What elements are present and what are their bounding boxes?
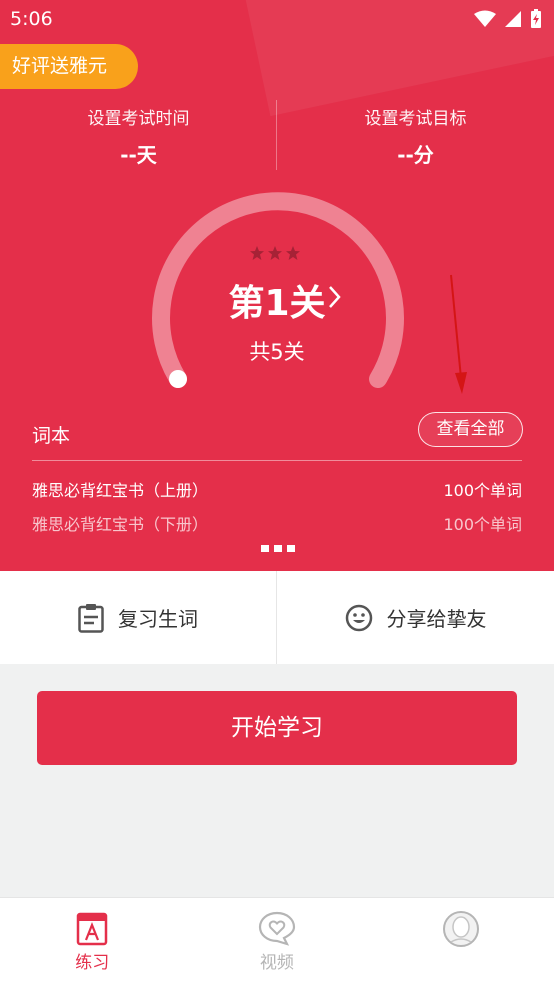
page-dot [287,545,295,552]
battery-charging-icon [531,9,541,28]
wordbook-count: 100个单词 [443,515,522,534]
signal-icon [505,11,521,27]
clipboard-icon [78,603,104,633]
chevron-right-icon[interactable] [327,284,343,310]
heart-bubble-icon [258,911,295,946]
view-all-button[interactable]: 查看全部 [418,412,523,447]
page-dot [274,545,282,552]
star-icon [250,246,264,260]
status-icons [474,8,542,30]
share-button[interactable]: 分享给挚友 [277,571,554,664]
smiley-icon [345,604,372,631]
wordbook-count: 100个单词 [443,481,522,500]
star-icon [268,246,282,260]
status-bar: 5:06 [0,0,554,38]
gauge-progress-knob [169,370,187,388]
share-label: 分享给挚友 [386,607,487,631]
exam-time-value: --天 [120,143,157,167]
exam-target-value: --分 [397,143,434,167]
wordbook-divider [32,460,522,461]
review-words-label: 复习生词 [118,607,198,631]
tab-practice-label: 练习 [75,953,110,973]
quick-actions: 复习生词 分享给挚友 [0,571,554,664]
exam-target-label: 设置考试目标 [364,109,467,129]
level-total: 共5关 [249,340,305,364]
wordbook-item[interactable]: 雅思必背红宝书（上册） 100个单词 [32,477,522,501]
review-words-button[interactable]: 复习生词 [0,571,277,664]
level-stars [250,246,300,260]
tab-video[interactable]: 视频 [185,898,370,984]
exam-target-setting[interactable]: 设置考试目标 --分 [277,104,554,168]
tab-video-label: 视频 [259,953,294,973]
wifi-icon [474,10,496,27]
wordbook-title: 词本 [32,425,71,447]
tab-profile[interactable] [369,898,554,984]
exam-time-setting[interactable]: 设置考试时间 --天 [0,104,277,168]
wordbook-name: 雅思必背红宝书（下册） [32,515,209,534]
wordbook-item[interactable]: 雅思必背红宝书（下册） 100个单词 [32,511,522,535]
avatar-icon [443,911,480,947]
bottom-tab-bar: 练习 视频 [0,897,554,984]
exam-time-label: 设置考试时间 [87,109,190,129]
level-title[interactable]: 第1关 [0,274,554,326]
tab-practice[interactable]: 练习 [0,898,185,984]
page-dot [261,545,269,552]
star-icon [286,246,300,260]
promo-tag[interactable]: 好评送雅元 [0,44,138,89]
book-a-icon [77,912,108,946]
start-learning-button[interactable]: 开始学习 [37,691,517,765]
page-indicator [261,545,295,552]
wordbook-name: 雅思必背红宝书（上册） [32,481,209,500]
status-time: 5:06 [10,8,53,30]
hero-panel: 5:06 好评送雅元 设置考试时间 --天 设置考试目标 --分 第1关 共5关… [0,0,554,571]
